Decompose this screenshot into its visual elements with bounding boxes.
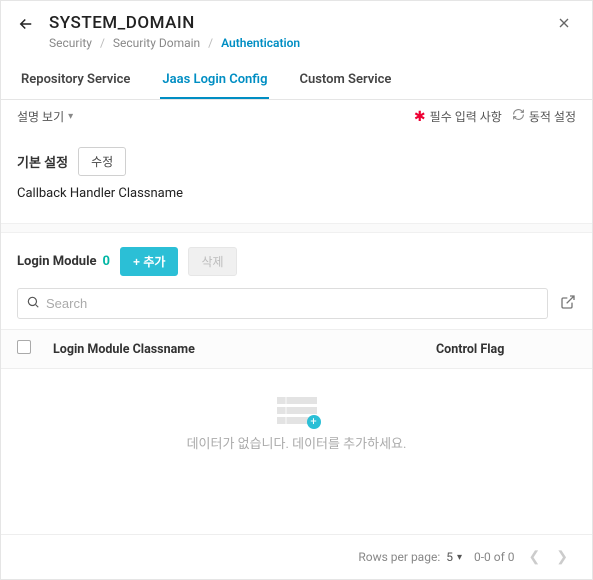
- column-control-flag: Control Flag: [436, 342, 576, 357]
- rows-per-page-label: Rows per page:: [358, 550, 440, 564]
- delete-button: 삭제: [188, 247, 236, 276]
- search-box[interactable]: [17, 288, 548, 319]
- rows-per-page-select[interactable]: 5 ▾: [446, 550, 462, 564]
- breadcrumb-item-active: Authentication: [221, 36, 300, 50]
- tab-custom-service[interactable]: Custom Service: [297, 66, 393, 99]
- breadcrumb: Security / Security Domain / Authenticat…: [49, 36, 552, 50]
- search-icon: [26, 295, 40, 313]
- add-plus-icon: +: [307, 415, 321, 429]
- column-classname: Login Module Classname: [53, 342, 436, 357]
- chevron-down-icon: ▾: [68, 111, 73, 122]
- close-button[interactable]: [552, 13, 576, 38]
- tab-bar: Repository Service Jaas Login Config Cus…: [1, 58, 592, 100]
- login-module-count: 0: [103, 254, 110, 269]
- basic-settings-title: 기본 설정: [17, 152, 68, 171]
- table-header: Login Module Classname Control Flag: [1, 329, 592, 369]
- breadcrumb-item[interactable]: Security: [49, 36, 92, 50]
- page-title: SYSTEM_DOMAIN: [49, 13, 552, 33]
- section-divider: [1, 223, 592, 233]
- back-button[interactable]: [17, 13, 49, 38]
- refresh-icon: [512, 108, 525, 125]
- select-all-checkbox[interactable]: [17, 340, 31, 354]
- empty-state: + 데이터가 없습니다. 데이터를 추가하세요.: [1, 369, 592, 470]
- search-input[interactable]: [40, 294, 539, 313]
- empty-icon: +: [277, 397, 317, 425]
- open-external-icon[interactable]: [560, 294, 576, 314]
- pagination-range: 0-0 of 0: [474, 550, 515, 564]
- next-page-button[interactable]: ❯: [548, 549, 576, 565]
- empty-message: 데이터가 없습니다. 데이터를 추가하세요.: [1, 433, 592, 452]
- add-button[interactable]: + 추가: [120, 247, 178, 276]
- dynamic-legend-label: 동적 설정: [529, 108, 576, 125]
- login-module-title: Login Module: [17, 254, 97, 269]
- callback-handler-label: Callback Handler Classname: [1, 180, 592, 213]
- chevron-down-icon: ▾: [457, 552, 462, 563]
- prev-page-button[interactable]: ❮: [521, 549, 549, 565]
- pagination-bar: Rows per page: 5 ▾ 0-0 of 0 ❮ ❯: [1, 534, 592, 579]
- required-legend-label: 필수 입력 사항: [430, 108, 502, 125]
- tab-jaas-login-config[interactable]: Jaas Login Config: [160, 66, 269, 99]
- tab-repository-service[interactable]: Repository Service: [19, 66, 132, 99]
- breadcrumb-item[interactable]: Security Domain: [113, 36, 200, 50]
- required-star-icon: ✱: [414, 109, 426, 125]
- description-toggle[interactable]: 설명 보기 ▾: [17, 108, 73, 125]
- edit-button[interactable]: 수정: [78, 147, 126, 176]
